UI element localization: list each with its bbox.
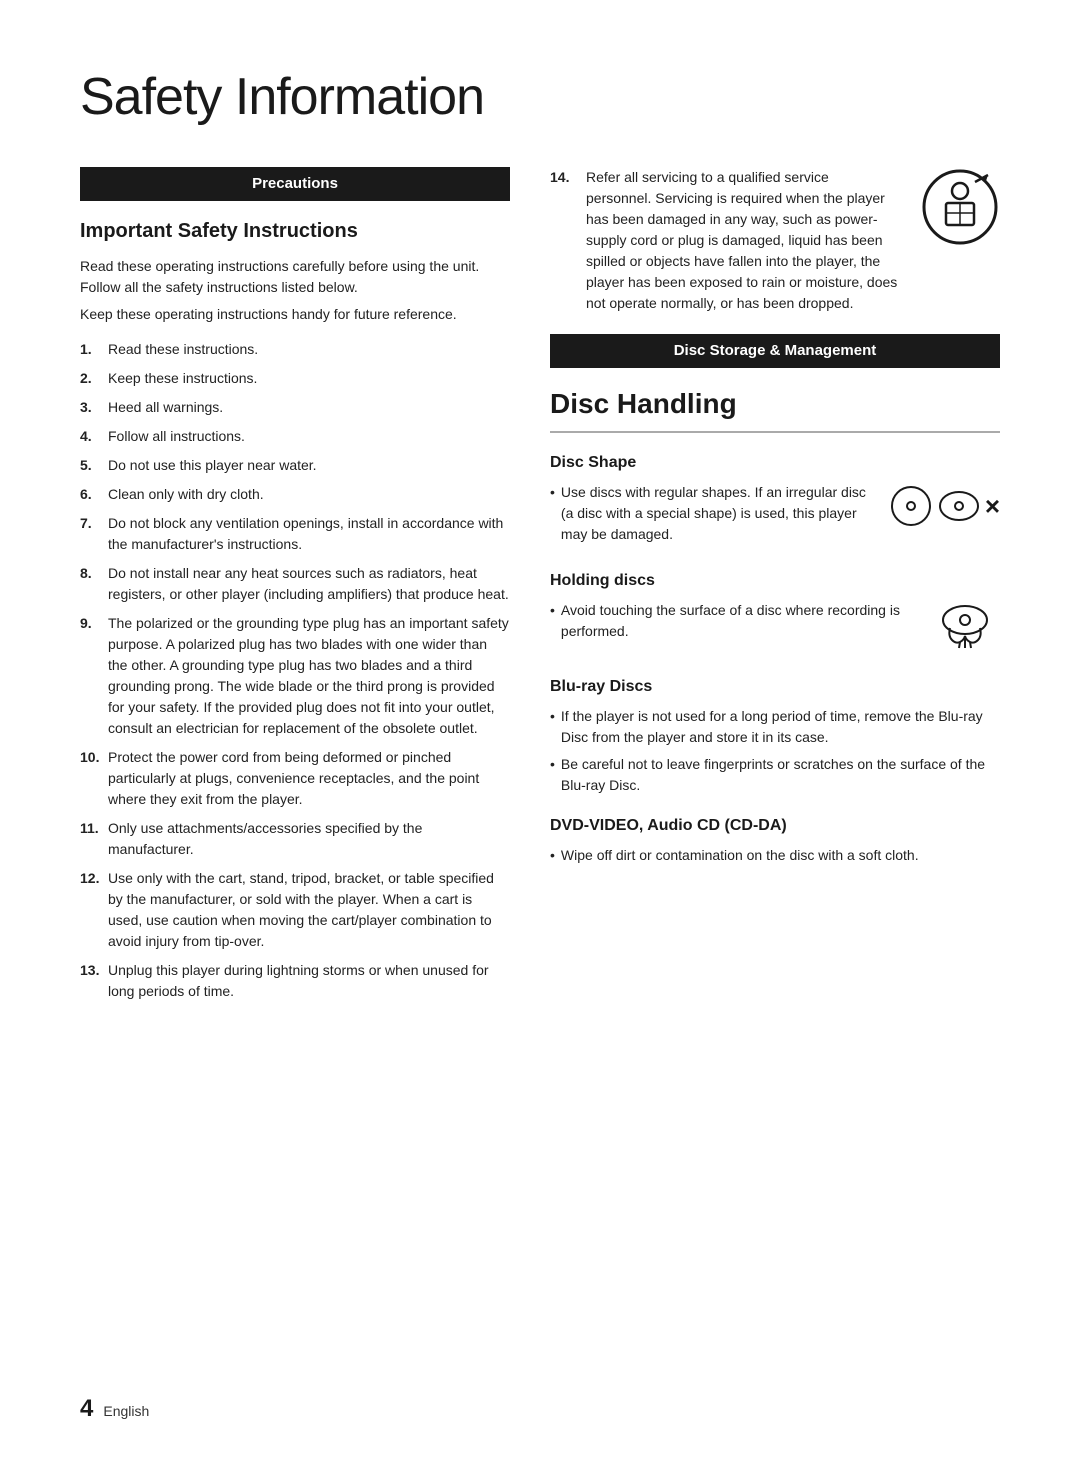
- disc-shape-section: Disc Shape Use discs with regular shapes…: [550, 451, 1000, 551]
- list-item: Avoid touching the surface of a disc whe…: [550, 600, 920, 642]
- list-item: 2. Keep these instructions.: [80, 368, 510, 389]
- dvd-audio-bullets: Wipe off dirt or contamination on the di…: [550, 845, 1000, 866]
- footer: 4 English: [80, 1392, 149, 1427]
- holding-disc-icon: [930, 602, 1000, 657]
- disc-handling-section: Disc Handling Disc Shape Use discs with …: [550, 384, 1000, 866]
- bullet-text: Use discs with regular shapes. If an irr…: [561, 482, 879, 545]
- cross-icon: ×: [985, 493, 1000, 519]
- bullet-text: Be careful not to leave fingerprints or …: [561, 754, 1000, 796]
- list-item: 7. Do not block any ventilation openings…: [80, 513, 510, 555]
- item-text: Unplug this player during lightning stor…: [108, 960, 510, 1002]
- bullet-text: If the player is not used for a long per…: [561, 706, 1000, 748]
- intro-paragraph-2: Keep these operating instructions handy …: [80, 304, 510, 325]
- item-number: 8.: [80, 563, 102, 605]
- disc-handling-title: Disc Handling: [550, 384, 1000, 433]
- dvd-audio-title: DVD-VIDEO, Audio CD (CD-DA): [550, 814, 1000, 837]
- item-number: 13.: [80, 960, 102, 1002]
- item-number: 2.: [80, 368, 102, 389]
- disc-shape-icons: ×: [889, 484, 1000, 528]
- page-number: 4: [80, 1392, 93, 1427]
- right-column: 14. Refer all servicing to a qualified s…: [550, 167, 1000, 1010]
- item-text: Do not block any ventilation openings, i…: [108, 513, 510, 555]
- list-item: 12. Use only with the cart, stand, tripo…: [80, 868, 510, 952]
- list-item: 3. Heed all warnings.: [80, 397, 510, 418]
- service-personnel-icon: [920, 167, 1000, 247]
- list-item: 5. Do not use this player near water.: [80, 455, 510, 476]
- list-item: 10. Protect the power cord from being de…: [80, 747, 510, 810]
- item-text: Only use attachments/accessories specifi…: [108, 818, 510, 860]
- bluray-bullets: If the player is not used for a long per…: [550, 706, 1000, 796]
- holding-discs-section: Holding discs Avoid touching the surface…: [550, 569, 1000, 657]
- list-item: 1. Read these instructions.: [80, 339, 510, 360]
- list-item: Be careful not to leave fingerprints or …: [550, 754, 1000, 796]
- list-item: 13. Unplug this player during lightning …: [80, 960, 510, 1002]
- irregular-disc-icon: [937, 484, 981, 528]
- item-text: Use only with the cart, stand, tripod, b…: [108, 868, 510, 952]
- bullet-text: Avoid touching the surface of a disc whe…: [561, 600, 920, 642]
- list-item: 9. The polarized or the grounding type p…: [80, 613, 510, 739]
- safety-instructions-list: 1. Read these instructions. 2. Keep thes…: [80, 339, 510, 1002]
- item-text: Follow all instructions.: [108, 426, 245, 447]
- item-text: Do not install near any heat sources suc…: [108, 563, 510, 605]
- item-number: 11.: [80, 818, 102, 860]
- language-label: English: [103, 1401, 149, 1421]
- item-number: 7.: [80, 513, 102, 555]
- item-14: 14. Refer all servicing to a qualified s…: [550, 167, 1000, 314]
- item-number: 9.: [80, 613, 102, 739]
- item-text: The polarized or the grounding type plug…: [108, 613, 510, 739]
- left-column: Precautions Important Safety Instruction…: [80, 167, 510, 1010]
- holding-discs-row: Avoid touching the surface of a disc whe…: [550, 600, 1000, 657]
- precautions-header: Precautions: [80, 167, 510, 201]
- item-text: Do not use this player near water.: [108, 455, 317, 476]
- bullet-text: Wipe off dirt or contamination on the di…: [561, 845, 919, 866]
- intro-paragraph-1: Read these operating instructions carefu…: [80, 256, 510, 298]
- item-number: 1.: [80, 339, 102, 360]
- list-item: 6. Clean only with dry cloth.: [80, 484, 510, 505]
- bluray-section: Blu-ray Discs If the player is not used …: [550, 675, 1000, 796]
- bluray-title: Blu-ray Discs: [550, 675, 1000, 698]
- item-number: 3.: [80, 397, 102, 418]
- list-item: 8. Do not install near any heat sources …: [80, 563, 510, 605]
- disc-shape-row: Use discs with regular shapes. If an irr…: [550, 482, 1000, 551]
- item-14-text-block: Refer all servicing to a qualified servi…: [586, 167, 898, 314]
- holding-discs-bullets: Avoid touching the surface of a disc whe…: [550, 600, 920, 642]
- item-number: 4.: [80, 426, 102, 447]
- important-safety-title: Important Safety Instructions: [80, 217, 510, 246]
- holding-discs-title: Holding discs: [550, 569, 1000, 592]
- item-14-text: Refer all servicing to a qualified servi…: [586, 169, 897, 311]
- item-text: Heed all warnings.: [108, 397, 223, 418]
- regular-disc-icon: [889, 484, 933, 528]
- item-text: Read these instructions.: [108, 339, 258, 360]
- disc-shape-title: Disc Shape: [550, 451, 1000, 474]
- item-number: 12.: [80, 868, 102, 952]
- list-item: If the player is not used for a long per…: [550, 706, 1000, 748]
- item-text: Protect the power cord from being deform…: [108, 747, 510, 810]
- two-column-layout: Precautions Important Safety Instruction…: [80, 167, 1000, 1010]
- list-item: 4. Follow all instructions.: [80, 426, 510, 447]
- dvd-audio-section: DVD-VIDEO, Audio CD (CD-DA) Wipe off dir…: [550, 814, 1000, 866]
- disc-storage-header: Disc Storage & Management: [550, 334, 1000, 368]
- item-text: Clean only with dry cloth.: [108, 484, 264, 505]
- disc-shape-text: Use discs with regular shapes. If an irr…: [550, 482, 879, 551]
- item-number: 14.: [550, 167, 572, 314]
- holding-discs-text: Avoid touching the surface of a disc whe…: [550, 600, 920, 648]
- page-title: Safety Information: [80, 60, 1000, 135]
- list-item: Use discs with regular shapes. If an irr…: [550, 482, 879, 545]
- page: Safety Information Precautions Important…: [0, 0, 1080, 1477]
- item-number: 10.: [80, 747, 102, 810]
- item-number: 6.: [80, 484, 102, 505]
- disc-shape-bullets: Use discs with regular shapes. If an irr…: [550, 482, 879, 545]
- item-number: 5.: [80, 455, 102, 476]
- list-item: 11. Only use attachments/accessories spe…: [80, 818, 510, 860]
- item-text: Keep these instructions.: [108, 368, 257, 389]
- list-item: Wipe off dirt or contamination on the di…: [550, 845, 1000, 866]
